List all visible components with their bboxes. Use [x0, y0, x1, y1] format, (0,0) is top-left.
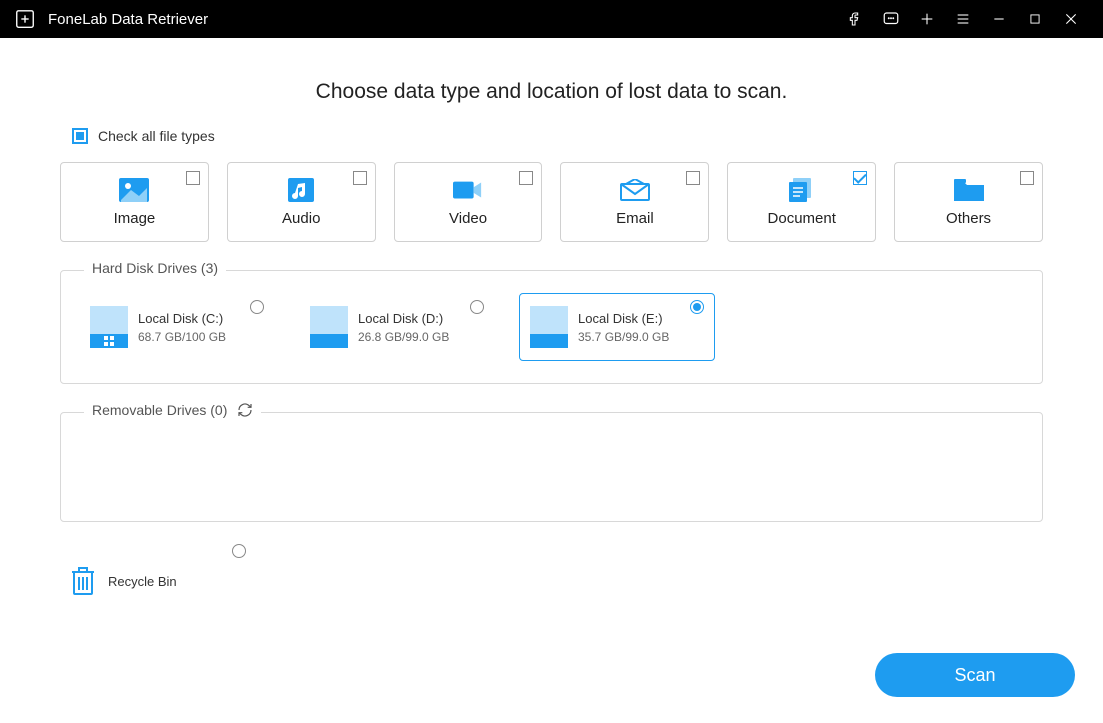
refresh-icon[interactable] [237, 402, 253, 418]
type-checkbox-email[interactable] [686, 171, 700, 185]
drive-icon [310, 306, 348, 348]
recycle-area: Recycle Bin [60, 544, 1043, 600]
type-card-video[interactable]: Video [394, 162, 543, 242]
document-icon [787, 178, 817, 202]
file-type-row: Image Audio Video Email [60, 162, 1043, 242]
type-checkbox-audio[interactable] [353, 171, 367, 185]
drive-card-d[interactable]: Local Disk (D:) 26.8 GB/99.0 GB [299, 293, 495, 361]
close-icon[interactable] [1053, 0, 1089, 38]
type-label: Email [616, 210, 654, 227]
removable-section: Removable Drives (0) [60, 412, 1043, 522]
video-icon [453, 178, 483, 202]
drive-name: Local Disk (E:) [578, 311, 669, 326]
recycle-card[interactable]: Recycle Bin [60, 544, 256, 600]
type-checkbox-video[interactable] [519, 171, 533, 185]
type-card-image[interactable]: Image [60, 162, 209, 242]
drive-radio-c[interactable] [250, 300, 264, 314]
drive-card-c[interactable]: Local Disk (C:) 68.7 GB/100 GB [79, 293, 275, 361]
type-card-audio[interactable]: Audio [227, 162, 376, 242]
check-all-checkbox[interactable] [72, 128, 88, 144]
menu-icon[interactable] [945, 0, 981, 38]
drive-size: 68.7 GB/100 GB [138, 330, 226, 344]
hard-disk-section: Hard Disk Drives (3) Local Disk (C:) 68.… [60, 270, 1043, 384]
plus-icon[interactable] [909, 0, 945, 38]
main-content: Choose data type and location of lost da… [0, 80, 1103, 600]
type-checkbox-document[interactable] [853, 171, 867, 185]
removable-title: Removable Drives (0) [92, 402, 227, 418]
type-card-document[interactable]: Document [727, 162, 876, 242]
drive-size: 26.8 GB/99.0 GB [358, 330, 449, 344]
audio-icon [286, 178, 316, 202]
type-checkbox-others[interactable] [1020, 171, 1034, 185]
drive-icon [90, 306, 128, 348]
minimize-icon[interactable] [981, 0, 1017, 38]
type-card-others[interactable]: Others [894, 162, 1043, 242]
titlebar: FoneLab Data Retriever [0, 0, 1103, 38]
type-label: Others [946, 210, 991, 227]
check-all-row[interactable]: Check all file types [72, 128, 1043, 144]
recycle-radio[interactable] [232, 544, 246, 558]
type-label: Image [114, 210, 156, 227]
app-logo-icon [14, 8, 36, 30]
image-icon [119, 178, 149, 202]
maximize-icon[interactable] [1017, 0, 1053, 38]
type-card-email[interactable]: Email [560, 162, 709, 242]
type-label: Document [768, 210, 836, 227]
drive-card-e[interactable]: Local Disk (E:) 35.7 GB/99.0 GB [519, 293, 715, 361]
drive-name: Local Disk (D:) [358, 311, 449, 326]
drive-size: 35.7 GB/99.0 GB [578, 330, 669, 344]
drive-radio-d[interactable] [470, 300, 484, 314]
facebook-icon[interactable] [837, 0, 873, 38]
check-all-label: Check all file types [98, 128, 215, 144]
type-label: Audio [282, 210, 320, 227]
hard-disk-title: Hard Disk Drives (3) [84, 260, 226, 276]
folder-icon [954, 178, 984, 202]
page-heading: Choose data type and location of lost da… [60, 80, 1043, 104]
email-icon [620, 178, 650, 202]
drive-icon [530, 306, 568, 348]
scan-button[interactable]: Scan [875, 653, 1075, 697]
type-checkbox-image[interactable] [186, 171, 200, 185]
app-title: FoneLab Data Retriever [48, 11, 208, 28]
type-label: Video [449, 210, 487, 227]
drives-row: Local Disk (C:) 68.7 GB/100 GB Local Dis… [79, 293, 1024, 361]
recycle-label: Recycle Bin [108, 574, 177, 589]
feedback-icon[interactable] [873, 0, 909, 38]
drive-radio-e[interactable] [690, 300, 704, 314]
drive-name: Local Disk (C:) [138, 311, 226, 326]
trash-icon [70, 566, 96, 596]
